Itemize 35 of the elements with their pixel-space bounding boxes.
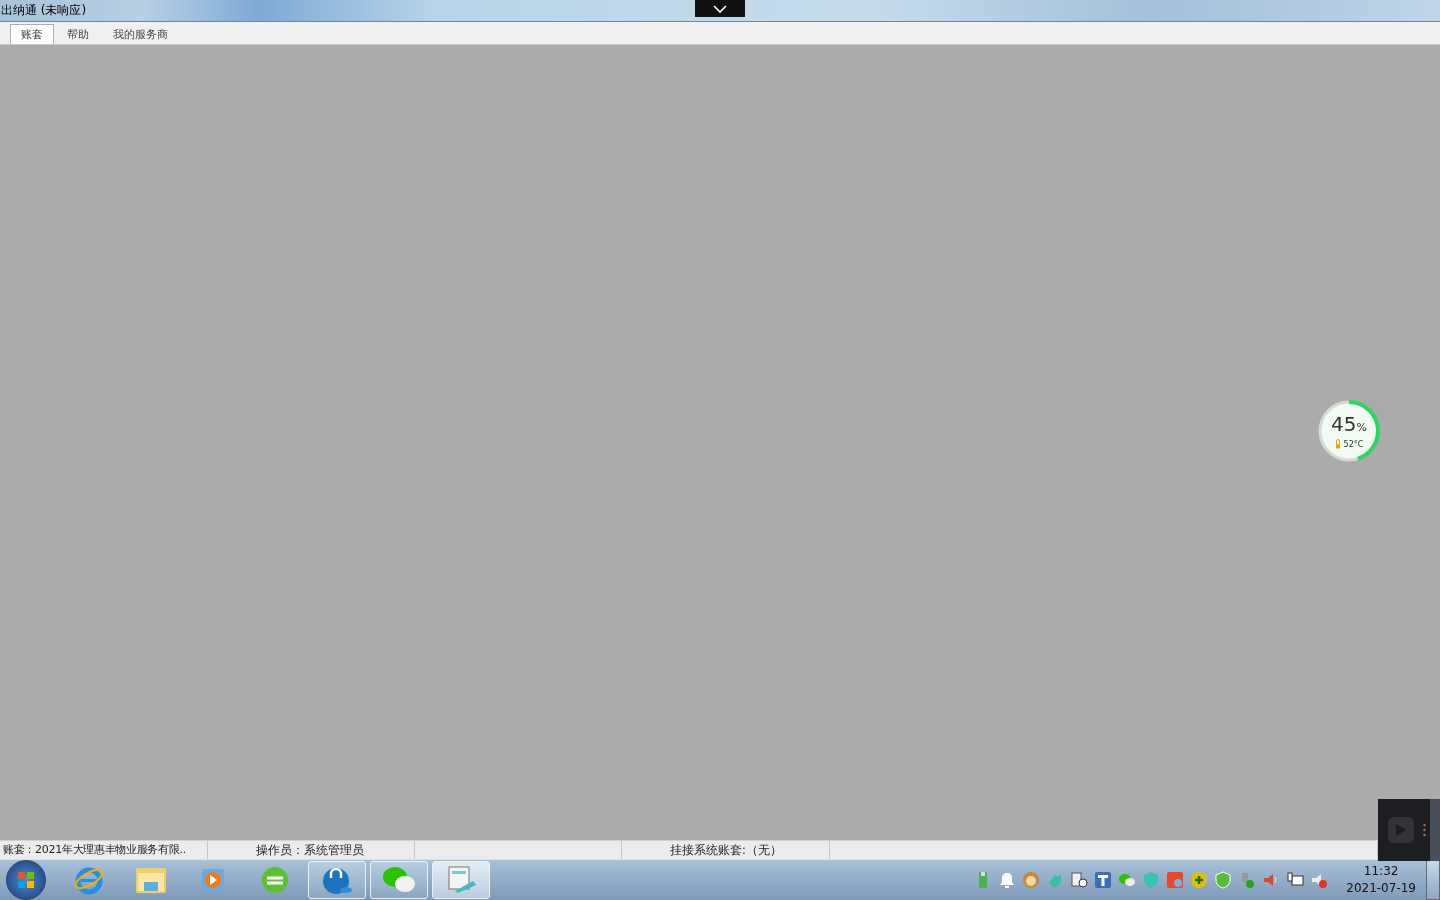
picture-icon[interactable] xyxy=(1166,871,1185,889)
start-button[interactable] xyxy=(6,860,46,900)
square-app-icon[interactable] xyxy=(1094,871,1113,889)
menu-tab[interactable]: 账套 xyxy=(10,24,54,44)
bell-icon[interactable] xyxy=(998,871,1017,889)
monitor-icon[interactable] xyxy=(1286,871,1305,889)
menu-tab[interactable]: 我的服务商 xyxy=(102,24,179,44)
play-icon[interactable] xyxy=(1388,817,1414,843)
plus-icon[interactable] xyxy=(1190,871,1209,889)
show-desktop-button[interactable] xyxy=(1426,860,1440,900)
shield-icon[interactable] xyxy=(1142,871,1161,889)
windows-logo-icon xyxy=(18,872,34,888)
temperature-reading: 52°C xyxy=(1343,439,1364,449)
document-pen-icon xyxy=(445,865,477,895)
taskbar-app-button[interactable] xyxy=(370,861,428,899)
gauge-ring xyxy=(1316,398,1382,464)
shield-icon[interactable] xyxy=(1214,871,1233,889)
usage-reading: 45% xyxy=(1331,413,1367,438)
muted-speaker-icon[interactable] xyxy=(1310,871,1329,889)
taskbar-app-button[interactable] xyxy=(432,861,490,899)
collapse-button[interactable] xyxy=(695,0,745,17)
chat-bubbles-icon[interactable] xyxy=(1118,871,1137,889)
menu-tab[interactable]: 帮助 xyxy=(56,24,100,44)
chevron-down-icon xyxy=(713,4,727,13)
dots-icon[interactable] xyxy=(1423,823,1426,837)
thermometer-icon xyxy=(1334,439,1341,449)
document-icon[interactable] xyxy=(1070,871,1089,889)
play-icon xyxy=(200,867,226,893)
taskbar-app-button[interactable] xyxy=(308,861,366,899)
folder-icon xyxy=(135,865,167,895)
clock-date: 2021-07-19 xyxy=(1346,880,1416,897)
chat-bubbles-icon xyxy=(382,865,416,895)
window-title: 出纳通 (未响应) xyxy=(0,2,87,19)
clock-time: 11:32 xyxy=(1363,863,1399,880)
taskbar-clock[interactable]: 11:32 2021-07-19 xyxy=(1346,863,1416,897)
